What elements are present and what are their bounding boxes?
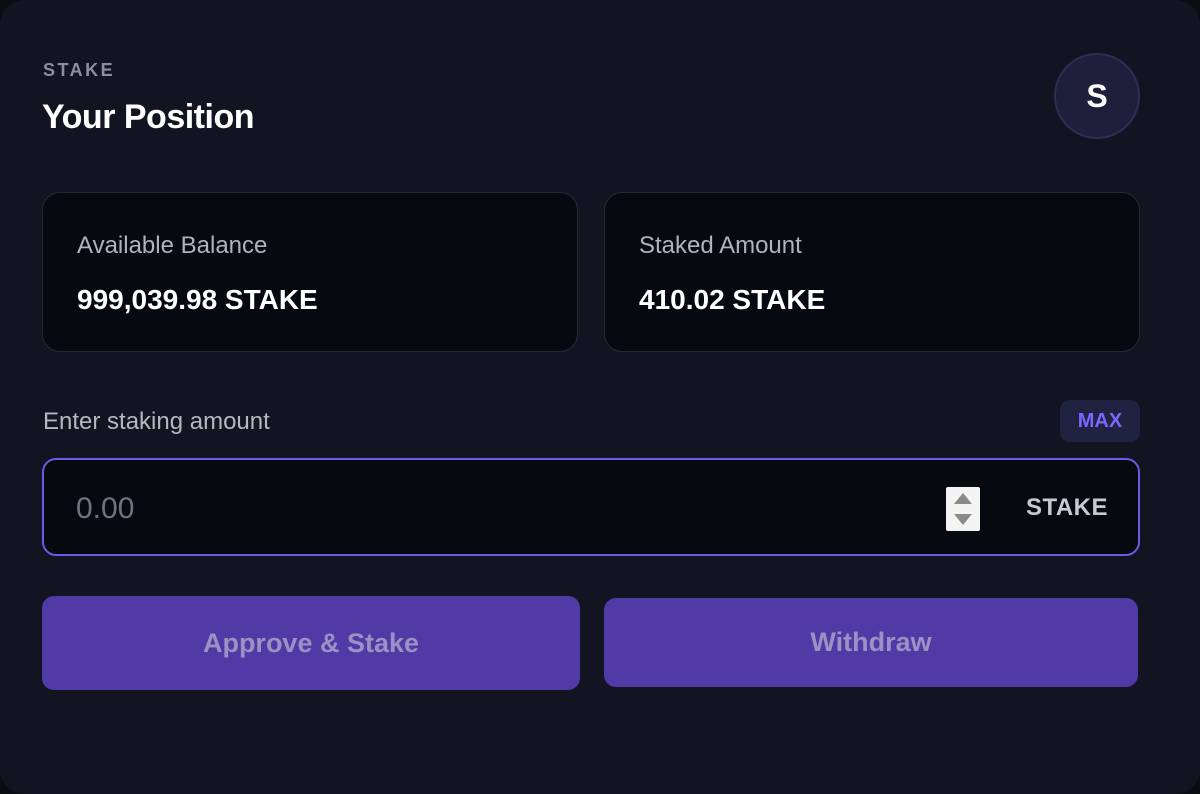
- approve-and-stake-button[interactable]: Approve & Stake: [42, 596, 580, 690]
- available-balance-label: Available Balance: [77, 232, 268, 259]
- section-eyebrow: STAKE: [43, 60, 116, 80]
- stepper-down-icon[interactable]: [954, 514, 972, 525]
- staked-amount-card: Staked Amount 410.02 STAKE: [604, 192, 1140, 352]
- staking-amount-label: Enter staking amount: [43, 408, 270, 435]
- max-button[interactable]: MAX: [1060, 400, 1140, 442]
- staked-amount-label: Staked Amount: [639, 232, 802, 259]
- staking-amount-input[interactable]: [76, 484, 896, 534]
- staking-amount-field: STAKE: [42, 458, 1140, 556]
- available-balance-card: Available Balance 999,039.98 STAKE: [42, 192, 578, 352]
- available-balance-value: 999,039.98 STAKE: [77, 284, 318, 315]
- number-stepper-icon[interactable]: [946, 487, 980, 531]
- page-title: Your Position: [42, 98, 254, 136]
- stepper-up-icon[interactable]: [954, 493, 972, 504]
- amount-unit-label: STAKE: [1025, 494, 1108, 521]
- withdraw-button[interactable]: Withdraw: [604, 598, 1138, 687]
- staked-amount-value: 410.02 STAKE: [639, 284, 826, 315]
- avatar: S: [1054, 53, 1140, 139]
- stake-card: STAKE Your Position S Available Balance …: [0, 0, 1200, 794]
